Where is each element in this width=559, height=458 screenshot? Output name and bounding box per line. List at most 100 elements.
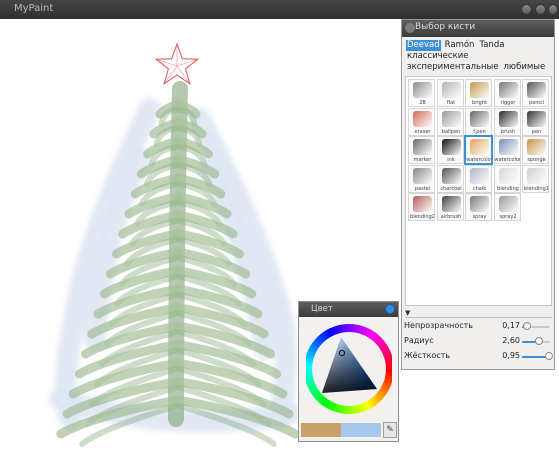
brush-name-label: spray2: [499, 214, 517, 220]
brush-tile-flat[interactable]: flat: [436, 79, 464, 107]
brush-tile-bright[interactable]: bright: [465, 79, 492, 107]
brush-preview-icon: [470, 167, 489, 184]
brush-preview-icon: [498, 82, 518, 98]
brush-tile-ink[interactable]: ink: [436, 136, 464, 164]
brush-tile-spray[interactable]: spray: [465, 193, 492, 221]
color-dialog-titlebar[interactable]: Цвет: [299, 302, 398, 317]
brush-tile-sponge[interactable]: sponge: [522, 136, 549, 164]
brush-preview-icon: [413, 139, 432, 155]
brush-tile-blending1[interactable]: blending1: [522, 164, 549, 193]
brush-name-label: watercolor2: [494, 157, 520, 163]
group-tag-deevad[interactable]: Deevad: [406, 40, 441, 51]
close-icon[interactable]: [548, 4, 558, 15]
star-icon: [154, 42, 200, 85]
brush-tile-marker[interactable]: marker: [408, 136, 435, 164]
brush-preview-icon: [527, 110, 546, 127]
brush-name-label: blending: [497, 185, 519, 192]
opacity-slider-knob[interactable]: [522, 322, 531, 330]
brush-tile-ballpen[interactable]: ballpen: [436, 107, 464, 136]
brush-preview-icon: [527, 139, 546, 155]
brush-name-label: 2B: [419, 100, 426, 106]
brush-name-label: pen: [531, 128, 542, 135]
minimize-icon[interactable]: [521, 4, 532, 15]
brush-name-label: spray: [472, 214, 487, 220]
brush-preview-icon: [470, 139, 489, 155]
group-tag-classic[interactable]: классические: [406, 51, 469, 62]
brush-name-label: pastel: [414, 185, 431, 192]
brush-name-label: marker: [413, 157, 432, 163]
brush-tile-airbrush[interactable]: airbrush: [436, 193, 464, 221]
brush-tile-pastel[interactable]: pastel: [408, 164, 435, 193]
brush-tile-rigger[interactable]: rigger: [493, 79, 521, 107]
brush-name-label: charcoal: [440, 185, 462, 192]
group-tag-ramon[interactable]: Ramón: [444, 40, 476, 51]
brush-preview-icon: [470, 110, 489, 127]
brush-name-label: flat: [446, 100, 456, 106]
radius-value: 2,60: [502, 336, 520, 345]
brush-preview-icon: [441, 110, 461, 127]
brush-preview-icon: [470, 196, 489, 212]
hardness-slider-knob[interactable]: [544, 352, 553, 360]
brush-tile-eraser[interactable]: eraser: [408, 107, 435, 136]
main-titlebar[interactable]: MyPaint: [0, 0, 559, 19]
brush-preview-icon: [498, 139, 518, 155]
brush-preview-icon: [498, 110, 518, 127]
brush-preview-icon: [413, 167, 432, 184]
brush-name-label: watercolor: [466, 157, 492, 163]
opacity-slider-row: Непрозрачность 0,17: [404, 321, 554, 333]
hue-segment[interactable]: [385, 365, 392, 370]
brush-tile-pen[interactable]: pen: [522, 107, 549, 136]
opacity-slider[interactable]: [522, 322, 550, 330]
brush-tile-pencil[interactable]: pencil: [522, 79, 549, 107]
brush-preview-icon: [498, 167, 518, 184]
brush-tile-blending2[interactable]: blending2: [408, 193, 435, 221]
brush-name-label: chalk: [472, 185, 487, 192]
color-dialog: Цвет ✎: [298, 301, 399, 442]
previous-color-swatch[interactable]: [301, 423, 341, 437]
group-tag-tanda[interactable]: Tanda: [478, 40, 505, 51]
panel-close-icon[interactable]: [405, 23, 415, 33]
color-dialog-title: Цвет: [311, 304, 333, 314]
brush-tile-charcoal[interactable]: charcoal: [436, 164, 464, 193]
brush-preview-icon: [413, 110, 432, 127]
brush-name-label: pencil: [529, 100, 544, 106]
brush-name-label: ballpen: [441, 128, 461, 135]
brush-tile-chalk[interactable]: chalk: [465, 164, 492, 193]
brush-tile-fpen[interactable]: f.pen: [465, 107, 492, 136]
brush-name-label: eraser: [414, 128, 431, 135]
radius-label: Радиус: [404, 336, 434, 345]
group-tag-experimental[interactable]: экспериментальные: [406, 62, 499, 73]
opacity-value: 0,17: [502, 321, 520, 330]
brush-tile-watercolor[interactable]: watercolor: [465, 136, 492, 164]
brush-name-label: ink: [447, 157, 455, 163]
radius-slider[interactable]: [522, 337, 550, 345]
hardness-slider[interactable]: [522, 352, 553, 360]
expander-arrow-icon[interactable]: ▼: [405, 309, 410, 317]
current-color-swatch[interactable]: [341, 423, 381, 437]
brush-tile-2B[interactable]: 2B: [408, 79, 435, 107]
brush-tile-spray2[interactable]: spray2: [493, 193, 521, 221]
brush-groups-row3: экспериментальные любимые: [406, 62, 554, 73]
brush-preview-icon: [498, 196, 518, 212]
radius-slider-knob[interactable]: [535, 337, 544, 345]
brush-tile-watercolor2[interactable]: watercolor2: [493, 136, 521, 164]
brush-preview-icon: [441, 167, 461, 184]
color-close-icon[interactable]: [385, 304, 395, 314]
brush-preview-icon: [527, 82, 546, 98]
radius-slider-row: Радиус 2,60: [404, 336, 554, 348]
opacity-label: Непрозрачность: [404, 321, 473, 330]
app-title: MyPaint: [14, 3, 54, 14]
brush-name-label: sponge: [527, 157, 546, 163]
maximize-icon[interactable]: [535, 4, 546, 15]
group-tag-favorites[interactable]: любимые: [502, 62, 546, 73]
brush-preview-icon: [441, 139, 461, 155]
brush-name-label: airbrush: [440, 214, 462, 220]
brush-panel-title: Выбор кисти: [415, 22, 476, 32]
brush-name-label: f.pen: [473, 128, 486, 135]
color-wheel[interactable]: [306, 319, 392, 419]
eyedropper-icon[interactable]: ✎: [383, 422, 397, 438]
brush-panel-titlebar[interactable]: Выбор кисти: [402, 20, 554, 37]
brush-tile-brush[interactable]: brush: [493, 107, 521, 136]
brush-preview-icon: [441, 196, 461, 212]
brush-tile-blending[interactable]: blending: [493, 164, 521, 193]
